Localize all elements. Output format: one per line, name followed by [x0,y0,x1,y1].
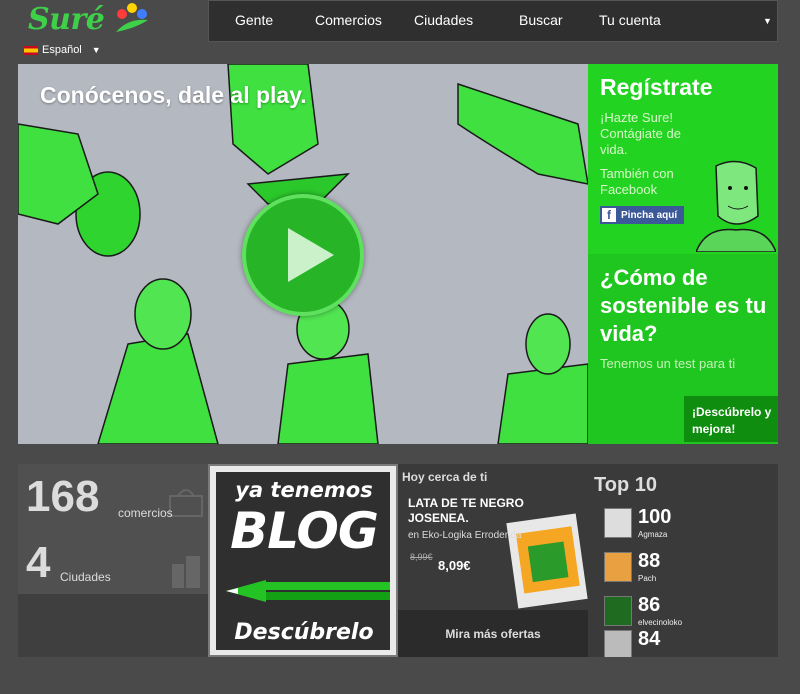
sustainability-text: Tenemos un test para ti [600,356,736,371]
merchants-count: 168 [26,472,100,521]
merchants-label: comercios [118,506,173,520]
avatar [604,508,632,538]
top10-panel: Top 10 100 Agmaza 88 Pach 86 elvecinolok… [588,464,778,657]
nav-comercios[interactable]: Comercios [315,12,382,28]
top10-score: 86 [638,594,661,616]
nav-tu-cuenta[interactable]: Tu cuenta [599,12,661,28]
blog-banner-inner: ya tenemos BLOG Descúbrelo [216,472,390,650]
logo[interactable]: Suré Español ▼ [22,2,162,60]
top10-score: 100 [638,506,672,528]
chevron-down-icon: ▼ [91,45,101,55]
register-facebook-text: También con Facebook [600,166,674,197]
play-button[interactable] [242,194,364,316]
logo-text: Suré [28,2,105,37]
top10-title: Top 10 [594,474,657,496]
more-offers-button[interactable]: Mira más ofertas [398,610,588,657]
blog-banner[interactable]: ya tenemos BLOG Descúbrelo [208,464,398,657]
nav-buscar[interactable]: Buscar [519,12,563,28]
avatar [604,630,632,657]
cartoon-character-illustration [696,160,776,252]
register-text: ¡Hazte Sure! Contágiate de vida. [600,110,681,157]
language-selector[interactable]: Español ▼ [24,44,101,56]
language-label: Español [42,44,82,56]
offers-panel: Hoy cerca de ti LATA DE TE NEGRO JOSENEA… [398,464,588,657]
avatar [604,552,632,582]
blog-cta[interactable]: Descúbrelo [220,620,388,645]
pencil-icon [226,580,390,602]
offer-shop: en Eko-Logika Errodenda [408,530,522,541]
nav-ciudades[interactable]: Ciudades [414,12,473,28]
discover-and-improve-button[interactable]: ¡Descúbrelo y mejora! [684,396,778,442]
stats-panel: 168 comercios 4 Ciudades [18,464,208,657]
hero-title: Conócenos, dale al play. [40,82,307,108]
blog-line-2: BLOG [230,502,379,560]
register-title[interactable]: Regístrate [600,74,712,101]
register-panel: Regístrate ¡Hazte Sure! Contágiate de vi… [588,64,778,254]
top10-user: Pach [638,574,657,583]
sustainability-panel: ¿Cómo de sostenible es tu vida? Tenemos … [588,254,778,444]
top10-entry[interactable]: 86 elvecinoloko [604,594,774,632]
play-icon [288,228,334,282]
top10-score: 88 [638,550,661,572]
spain-flag-icon [24,45,38,55]
account-chevron-icon[interactable]: ▼ [763,16,772,26]
top10-entry[interactable]: 84 [604,628,774,657]
facebook-button-label: Pincha aquí [621,209,678,221]
blog-line-1: ya tenemos [235,478,373,502]
buildings-icon [172,556,200,588]
nav-gente[interactable]: Gente [235,12,273,28]
sustainability-title: ¿Cómo de sostenible es tu vida? [600,265,767,346]
top-navigation: Gente Comercios Ciudades Buscar Tu cuent… [208,0,778,42]
offer-old-price: 8,99€ [410,552,433,562]
offer-title[interactable]: LATA DE TE NEGRO JOSENEA. [408,496,538,526]
logo-leaves-icon [116,3,148,32]
cities-count: 4 [26,538,51,587]
shopping-bag-icon [169,489,203,517]
hero-video[interactable]: Conócenos, dale al play. [18,64,588,444]
top10-entry[interactable]: 100 Agmaza [604,506,774,544]
top10-user: elvecinoloko [638,618,683,627]
facebook-icon: f [602,208,616,222]
facebook-login-button[interactable]: f Pincha aquí [600,206,684,224]
cities-label: Ciudades [60,570,111,584]
offers-heading: Hoy cerca de ti [402,470,488,484]
offer-price: 8,09€ [438,558,471,573]
top10-entry[interactable]: 88 Pach [604,550,774,588]
top10-score: 84 [638,628,661,650]
top10-user: Agmaza [638,530,668,539]
avatar [604,596,632,626]
